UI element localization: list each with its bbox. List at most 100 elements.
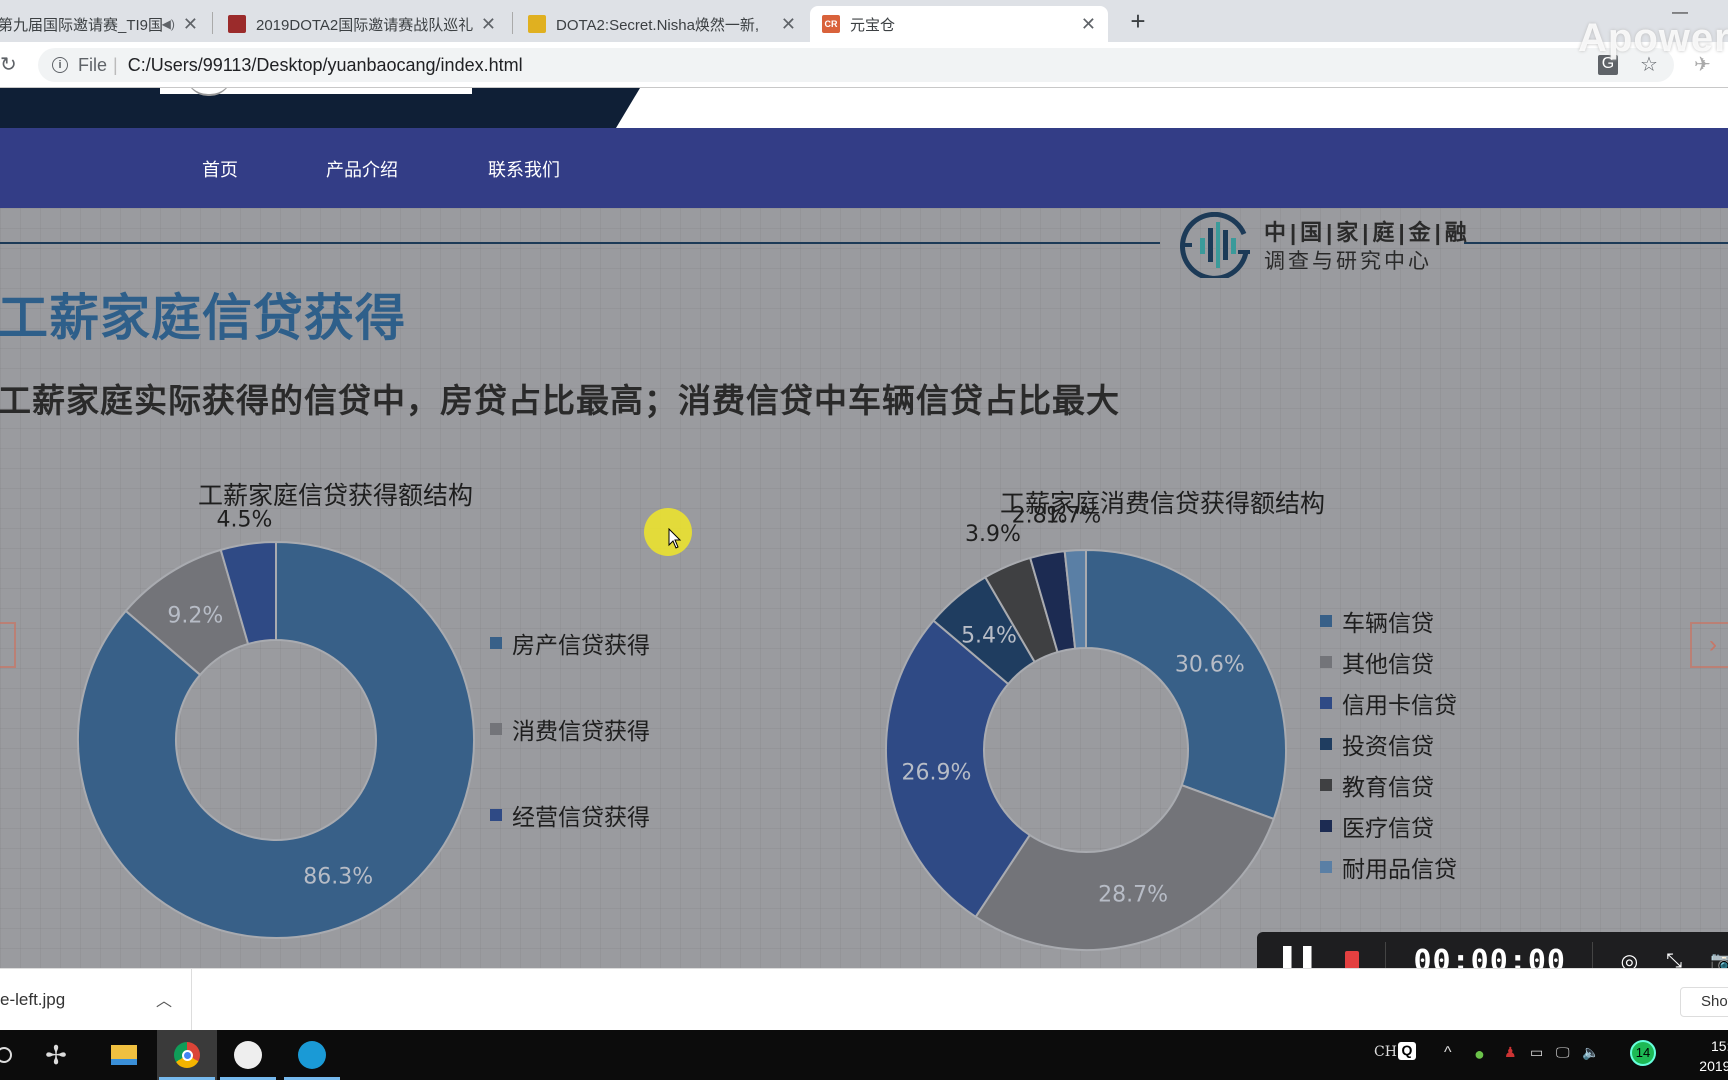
legend-label: 投资信贷 — [1342, 732, 1434, 759]
mouse-cursor-icon — [668, 528, 682, 549]
notification-badge[interactable]: 14 — [1630, 1040, 1656, 1066]
legend-label: 房产信贷获得 — [512, 632, 650, 658]
qq-icon[interactable]: ♟ — [1504, 1044, 1517, 1061]
info-icon[interactable]: i — [52, 57, 68, 73]
legend-item: 经营信贷获得 — [490, 798, 650, 832]
file-explorer-icon[interactable] — [94, 1030, 154, 1080]
tab-title: DOTA2:Secret.Nisha焕然一新, — [556, 16, 760, 34]
slide-title: 工薪家庭信贷获得 — [0, 290, 406, 346]
slide-subtitle: 工薪家庭实际获得的信贷中，房贷占比最高；消费信贷中车辆信贷占比最大 — [0, 382, 1120, 419]
close-tab-icon[interactable]: ✕ — [183, 14, 198, 35]
windows-taskbar: ✢ CH Q ^ ● ♟ ▭ 🖵 🔈 14 15:41 2019/8/ — [0, 1030, 1728, 1080]
web-page: 首页 产品介绍 联系我们 中|国|家|庭|金|融 调查与研究中心 工薪家庭信贷获… — [0, 88, 1728, 968]
tab-title: 元宝仓 — [850, 16, 896, 34]
legend-swatch — [490, 637, 502, 649]
nav-home[interactable]: 首页 — [202, 156, 238, 182]
data-label: 28.7% — [1098, 882, 1168, 907]
tray-expand-icon[interactable]: ^ — [1444, 1044, 1452, 1062]
audio-icon[interactable]: ◀︎) — [162, 17, 175, 31]
data-label: 4.5% — [216, 507, 272, 532]
legend-swatch — [1320, 655, 1332, 668]
tab-title: 第九届国际邀请赛_TI9国 — [0, 16, 162, 34]
tab-ti9[interactable]: 第九届国际邀请赛_TI9国 ◀︎) ✕ — [0, 6, 210, 42]
download-item[interactable]: e-left.jpg ︿ — [0, 969, 192, 1031]
donut-slice — [974, 783, 1276, 951]
data-label: 9.2% — [167, 604, 223, 629]
address-bar[interactable]: i File | C:/Users/99113/Desktop/yuanbaoc… — [38, 48, 1674, 82]
show-all-button[interactable]: Show — [1680, 987, 1728, 1017]
volume-icon[interactable]: 🔈 — [1582, 1044, 1599, 1061]
close-tab-icon[interactable]: ✕ — [481, 14, 496, 35]
site-header — [0, 88, 1728, 128]
wechat-icon[interactable]: ● — [1474, 1044, 1485, 1065]
header-rule-right — [1464, 242, 1728, 244]
system-clock[interactable]: 15:41 2019/8/ — [1686, 1036, 1728, 1076]
nav-products[interactable]: 产品介绍 — [326, 156, 398, 182]
legend-item: 其他信贷 — [1320, 641, 1457, 682]
tab-secret-nisha[interactable]: DOTA2:Secret.Nisha焕然一新, ✕ — [516, 6, 808, 42]
scheme-label: File — [78, 54, 108, 75]
legend-item: 耐用品信贷 — [1320, 846, 1457, 887]
ime-indicator[interactable]: CH — [1374, 1044, 1397, 1060]
legend-swatch — [1320, 819, 1332, 832]
nav-contact[interactable]: 联系我们 — [488, 156, 560, 182]
legend-swatch — [490, 809, 502, 821]
legend-swatch — [1320, 696, 1332, 709]
input-method-icon[interactable]: Q — [1398, 1042, 1416, 1060]
carousel-next-button[interactable]: › — [1690, 622, 1728, 668]
legend-item: 消费信贷获得 — [490, 712, 650, 746]
browser-tab-bar: 第九届国际邀请赛_TI9国 ◀︎) ✕ 2019DOTA2国际邀请赛战队巡礼 ✕… — [0, 0, 1728, 42]
meme-app-icon[interactable] — [218, 1030, 278, 1080]
header-rule-left — [0, 242, 1160, 244]
new-tab-button[interactable]: + — [1124, 6, 1152, 36]
legend-swatch — [1320, 778, 1332, 791]
chevron-up-icon[interactable]: ︿ — [156, 987, 172, 1011]
chart1-legend: 房产信贷获得 消费信贷获得 经营信贷获得 — [490, 626, 650, 832]
legend-item: 房产信贷获得 — [490, 626, 650, 660]
legend-item: 教育信贷 — [1320, 764, 1457, 805]
legend-swatch — [1320, 737, 1332, 750]
research-center-brand: 中|国|家|庭|金|融 调查与研究中心 — [1178, 212, 1471, 278]
pinwheel-app-icon[interactable]: ✢ — [26, 1030, 86, 1080]
chart1-donut: 86.3% 9.2% 4.5% — [77, 507, 475, 939]
research-center-logo-icon — [1180, 212, 1250, 278]
legend-label: 消费信贷获得 — [512, 718, 650, 744]
legend-label: 医疗信贷 — [1342, 814, 1434, 841]
data-label: 5.4% — [961, 623, 1017, 648]
header-dark-band — [0, 88, 640, 128]
battery-icon[interactable]: ▭ — [1530, 1044, 1543, 1061]
tab-title: 2019DOTA2国际邀请赛战队巡礼 — [256, 16, 473, 34]
legend-swatch — [1320, 614, 1332, 627]
brand-subname: 调查与研究中心 — [1264, 250, 1432, 273]
legend-label: 信用卡信贷 — [1342, 691, 1457, 718]
legend-swatch — [1320, 860, 1332, 873]
legend-label: 耐用品信贷 — [1342, 855, 1457, 882]
main-nav: 首页 产品介绍 联系我们 — [0, 128, 1728, 208]
dota-favicon-icon — [228, 15, 246, 33]
chrome-taskbar-icon[interactable] — [157, 1030, 217, 1080]
legend-label: 车辆信贷 — [1342, 609, 1434, 636]
chart2-donut: 30.6%28.7%26.9%5.4%3.9%2.8%1.7% — [885, 503, 1287, 951]
close-tab-icon[interactable]: ✕ — [781, 14, 796, 35]
carousel-prev-button[interactable]: ‹ — [0, 622, 16, 668]
tab-yuanbaocang[interactable]: CR 元宝仓 ✕ — [810, 6, 1108, 42]
cr-favicon-icon: CR — [822, 15, 840, 33]
legend-item: 投资信贷 — [1320, 723, 1457, 764]
download-filename: e-left.jpg — [0, 990, 66, 1009]
sina-favicon-icon — [528, 15, 546, 33]
url-text[interactable]: C:/Users/99113/Desktop/yuanbaocang/index… — [128, 55, 523, 76]
data-label: 26.9% — [902, 760, 972, 785]
legend-item: 信用卡信贷 — [1320, 682, 1457, 723]
tab-dota-teams[interactable]: 2019DOTA2国际邀请赛战队巡礼 ✕ — [216, 6, 508, 42]
reload-icon[interactable]: ↻ — [0, 52, 17, 77]
tab-separator — [512, 12, 513, 34]
clock-time: 15:41 — [1710, 1038, 1728, 1054]
data-label: 1.7% — [1045, 503, 1101, 528]
address-divider: | — [113, 54, 118, 75]
close-tab-icon[interactable]: ✕ — [1081, 14, 1096, 35]
legend-item: 医疗信贷 — [1320, 805, 1457, 846]
legend-item: 车辆信贷 — [1320, 600, 1457, 641]
data-label: 86.3% — [303, 864, 373, 889]
remote-app-icon[interactable] — [282, 1030, 342, 1080]
network-icon[interactable]: 🖵 — [1556, 1044, 1570, 1061]
